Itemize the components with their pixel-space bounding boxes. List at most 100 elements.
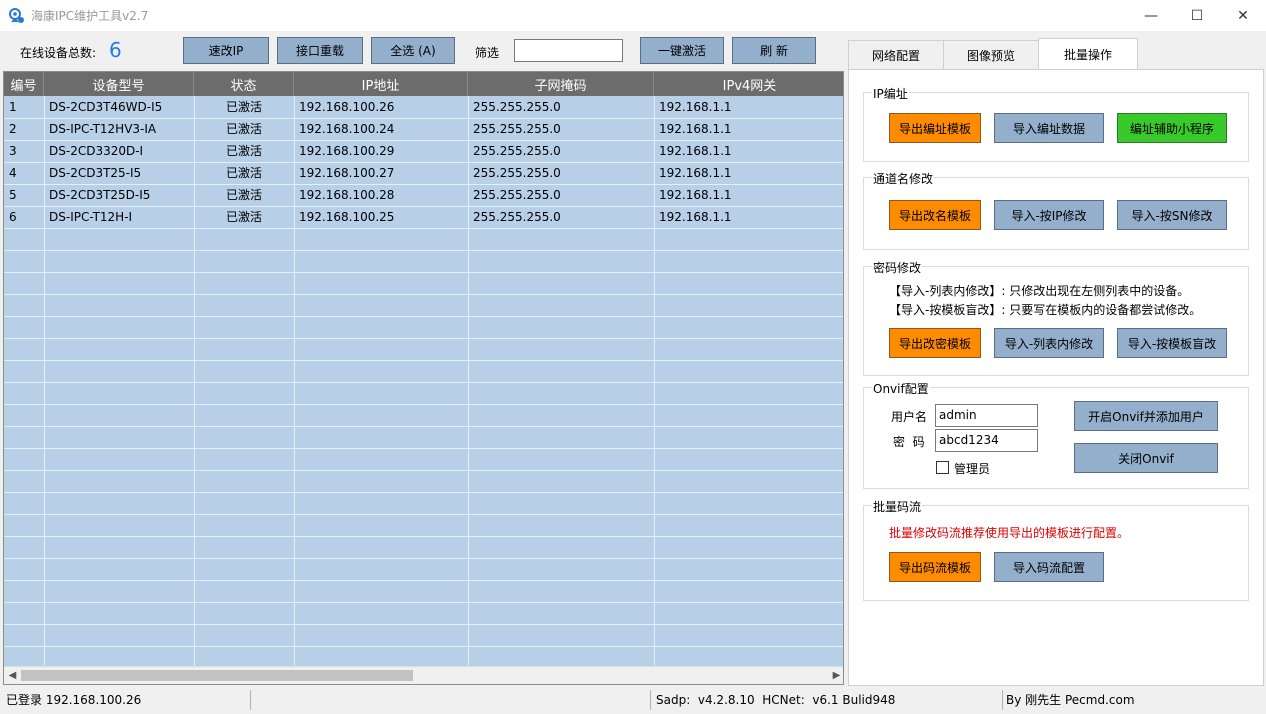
grid-row-line [4,624,843,625]
status-version: Sadp: v4.2.8.10 HCNet: v6.1 Bulid948 [656,693,896,707]
select-all-button[interactable]: 全选 (A) [371,37,455,64]
admin-label: 管理员 [954,462,991,476]
grid-row-line [4,646,843,647]
password-field[interactable]: abcd1234 [935,429,1038,452]
import-by-ip-button[interactable]: 导入-按IP修改 [994,200,1104,230]
cell-mask: 255.255.255.0 [473,188,561,202]
close-button[interactable]: ✕ [1220,0,1266,31]
scroll-left-icon[interactable]: ◀ [4,667,21,684]
quick-ip-button[interactable]: 速改IP [183,37,269,64]
import-by-sn-button[interactable]: 导入-按SN修改 [1117,200,1227,230]
minimize-button[interactable]: — [1128,0,1174,31]
export-stream-template-button[interactable]: 导出码流模板 [889,552,981,582]
cell-model: DS-2CD3T25-I5 [49,166,142,180]
cell-index: 1 [9,100,17,114]
table-header: 编号 设备型号 状态 IP地址 子网掩码 IPv4网关 [4,72,843,96]
password-change-group: 密码修改 【导入-列表内修改】: 只修改出现在左侧列表中的设备。 【导入-按模板… [863,259,1249,376]
close-icon: ✕ [1237,7,1249,24]
stream-config-group: 批量码流 批量修改码流推荐使用导出的模板进行配置。 导出码流模板 导入码流配置 [863,498,1249,601]
filter-input[interactable] [514,39,623,62]
table-row[interactable]: 3 DS-2CD3320D-I 已激活 192.168.100.29 255.255.2… [4,140,843,162]
import-stream-config-button[interactable]: 导入码流配置 [994,552,1104,582]
status-separator [250,690,251,710]
group-title: 批量码流 [872,498,923,515]
cell-gateway: 192.168.1.1 [659,122,732,136]
window-title: 海康IPC维护工具v2.7 [31,9,149,23]
filter-label: 筛选 [475,46,500,60]
table-row[interactable]: 1 DS-2CD3T46WD-I5 已激活 192.168.100.26 255.255… [4,96,843,118]
cell-status: 已激活 [225,210,262,224]
tab-network-config[interactable]: 网络配置 [848,40,944,70]
cell-index: 5 [9,188,17,202]
stream-note: 批量修改码流推荐使用导出的模板进行配置。 [889,526,1130,540]
column-header-model[interactable]: 设备型号 [44,72,194,96]
cell-ip: 192.168.100.29 [299,144,395,158]
grid-row-line [4,294,843,295]
group-title: IP编址 [872,85,909,102]
batch-operations-panel: IP编址 导出编址模板 导入编址数据 编址辅助小程序 通道名修改 导出改名模板 … [848,69,1264,686]
horizontal-scrollbar[interactable]: ◀ ▶ [4,666,843,684]
app-window: 海康IPC维护工具v2.7 — ☐ ✕ 在线设备总数: 6 速改IP 接口重载 … [0,0,1266,714]
column-header-status[interactable]: 状态 [194,72,294,96]
table-row[interactable]: 5 DS-2CD3T25D-I5 已激活 192.168.100.28 255.255.… [4,184,843,206]
import-list-change-button[interactable]: 导入-列表内修改 [994,328,1104,358]
online-count-value: 6 [109,38,122,62]
online-count-label: 在线设备总数: [20,46,97,60]
password-note-list: 【导入-列表内修改】: 只修改出现在左侧列表中的设备。 [889,284,1190,298]
status-login: 已登录 192.168.100.26 [6,693,142,707]
column-header-mask[interactable]: 子网掩码 [468,72,654,96]
scrollbar-thumb[interactable] [21,670,413,681]
import-blind-change-button[interactable]: 导入-按模板盲改 [1117,328,1227,358]
enable-onvif-button[interactable]: 开启Onvif并添加用户 [1074,401,1218,431]
status-separator [1002,690,1003,710]
table-row[interactable]: 4 DS-2CD3T25-I5 已激活 192.168.100.27 255.255.2… [4,162,843,184]
app-logo-icon [9,8,24,23]
grid-row-line [4,426,843,427]
device-table[interactable]: 编号 设备型号 状态 IP地址 子网掩码 IPv4网关 1 DS-2CD3T46W… [3,71,844,685]
reload-interface-button[interactable]: 接口重载 [277,37,363,64]
cell-status: 已激活 [225,166,262,180]
username-label: 用户名 [891,410,928,424]
export-password-template-button[interactable]: 导出改密模板 [889,328,981,358]
admin-checkbox[interactable] [936,461,949,474]
tab-batch-operations[interactable]: 批量操作 [1038,38,1138,70]
address-helper-button[interactable]: 编址辅助小程序 [1117,113,1227,143]
cell-index: 4 [9,166,17,180]
import-address-data-button[interactable]: 导入编址数据 [994,113,1104,143]
grid-row-line [4,492,843,493]
cell-model: DS-2CD3T25D-I5 [49,188,151,202]
cell-status: 已激活 [225,144,262,158]
onvif-config-group: Onvif配置 用户名 admin 密 码 abcd1234 管理员 开启Onv… [863,380,1249,489]
tab-image-preview[interactable]: 图像预览 [943,40,1039,70]
cell-status: 已激活 [225,122,262,136]
grid-row-line [4,602,843,603]
cell-index: 2 [9,122,17,136]
table-row[interactable]: 6 DS-IPC-T12H-I 已激活 192.168.100.25 255.255.2… [4,206,843,228]
username-field[interactable]: admin [935,404,1038,427]
group-title: 通道名修改 [872,170,935,187]
export-rename-template-button[interactable]: 导出改名模板 [889,200,981,230]
cell-status: 已激活 [225,188,262,202]
cell-mask: 255.255.255.0 [473,166,561,180]
activate-all-button[interactable]: 一键激活 [640,37,724,64]
cell-model: DS-2CD3T46WD-I5 [49,100,163,114]
export-address-template-button[interactable]: 导出编址模板 [889,113,981,143]
column-header-index[interactable]: 编号 [4,72,44,96]
cell-model: DS-IPC-T12HV3-IA [49,122,157,136]
table-row[interactable]: 2 DS-IPC-T12HV3-IA 已激活 192.168.100.24 255.25… [4,118,843,140]
disable-onvif-button[interactable]: 关闭Onvif [1074,443,1218,473]
password-note-blind: 【导入-按模板盲改】: 只要写在模板内的设备都尝试修改。 [889,303,1202,317]
cell-mask: 255.255.255.0 [473,122,561,136]
grid-row-line [4,250,843,251]
maximize-icon: ☐ [1190,7,1204,24]
cell-ip: 192.168.100.26 [299,100,395,114]
scroll-right-icon[interactable]: ▶ [828,667,843,684]
grid-row-line [4,360,843,361]
cell-ip: 192.168.100.27 [299,166,395,180]
maximize-button[interactable]: ☐ [1174,0,1220,31]
refresh-button[interactable]: 刷 新 [732,37,816,64]
column-header-ip[interactable]: IP地址 [294,72,468,96]
cell-gateway: 192.168.1.1 [659,166,732,180]
column-header-gateway[interactable]: IPv4网关 [654,72,843,96]
grid-row-line [4,382,843,383]
